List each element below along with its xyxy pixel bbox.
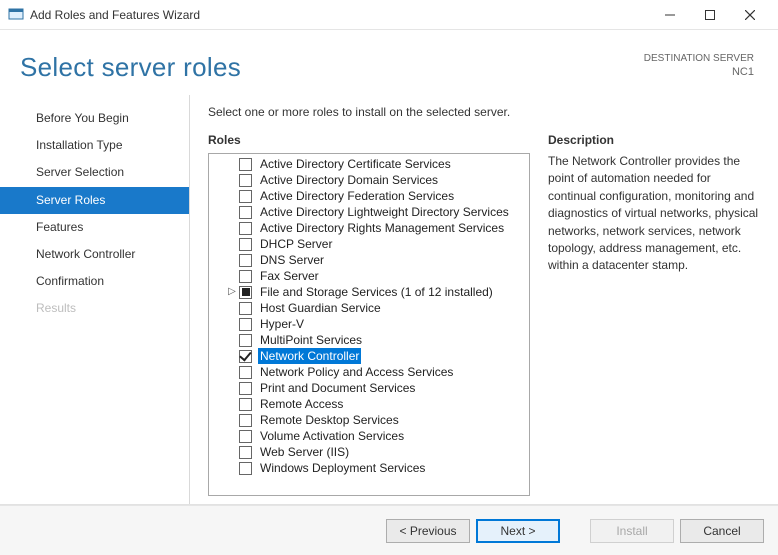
role-label: Remote Access <box>258 396 345 412</box>
roles-label: Roles <box>208 133 530 147</box>
description-column: Description The Network Controller provi… <box>548 133 760 496</box>
description-label: Description <box>548 133 760 147</box>
role-label: MultiPoint Services <box>258 332 364 348</box>
role-label: Fax Server <box>258 268 321 284</box>
cancel-button[interactable]: Cancel <box>680 519 764 543</box>
role-checkbox[interactable] <box>239 414 252 427</box>
role-item[interactable]: ▷ File and Storage Services (1 of 12 inst… <box>225 284 529 300</box>
destination-server: DESTINATION SERVER NC1 <box>644 52 754 79</box>
destination-server-name: NC1 <box>644 65 754 79</box>
window-title: Add Roles and Features Wizard <box>30 8 650 22</box>
role-checkbox[interactable] <box>239 206 252 219</box>
role-item[interactable]: Web Server (IIS) <box>225 444 529 460</box>
role-item[interactable]: Fax Server <box>225 268 529 284</box>
role-checkbox[interactable] <box>239 318 252 331</box>
instruction-text: Select one or more roles to install on t… <box>208 105 760 119</box>
role-checkbox[interactable] <box>239 174 252 187</box>
role-item[interactable]: Network Controller <box>225 348 529 364</box>
role-checkbox[interactable] <box>239 462 252 475</box>
role-item[interactable]: MultiPoint Services <box>225 332 529 348</box>
sidebar-item-features[interactable]: Features <box>0 214 189 241</box>
role-label: Active Directory Domain Services <box>258 172 440 188</box>
role-item[interactable]: Active Directory Certificate Services <box>225 156 529 172</box>
role-checkbox[interactable] <box>239 430 252 443</box>
button-bar: < Previous Next > Install Cancel <box>0 505 778 555</box>
sidebar-item-server-selection[interactable]: Server Selection <box>0 159 189 186</box>
sidebar-item-installation-type[interactable]: Installation Type <box>0 132 189 159</box>
role-label: Active Directory Lightweight Directory S… <box>258 204 511 220</box>
app-icon <box>8 7 24 23</box>
role-checkbox[interactable] <box>239 190 252 203</box>
role-label: Active Directory Rights Management Servi… <box>258 220 506 236</box>
role-label: Web Server (IIS) <box>258 444 351 460</box>
role-checkbox[interactable] <box>239 302 252 315</box>
role-item[interactable]: Remote Desktop Services <box>225 412 529 428</box>
role-checkbox[interactable] <box>239 238 252 251</box>
role-label: Print and Document Services <box>258 380 417 396</box>
role-item[interactable]: Host Guardian Service <box>225 300 529 316</box>
role-item[interactable]: DHCP Server <box>225 236 529 252</box>
minimize-button[interactable] <box>650 1 690 29</box>
role-label: Windows Deployment Services <box>258 460 427 476</box>
role-checkbox[interactable] <box>239 382 252 395</box>
role-item[interactable]: Network Policy and Access Services <box>225 364 529 380</box>
next-button[interactable]: Next > <box>476 519 560 543</box>
role-checkbox[interactable] <box>239 158 252 171</box>
role-label: Active Directory Certificate Services <box>258 156 453 172</box>
role-checkbox[interactable] <box>239 286 252 299</box>
role-checkbox[interactable] <box>239 366 252 379</box>
roles-listbox[interactable]: Active Directory Certificate ServicesAct… <box>208 153 530 496</box>
role-checkbox[interactable] <box>239 254 252 267</box>
role-checkbox[interactable] <box>239 398 252 411</box>
role-label: Host Guardian Service <box>258 300 383 316</box>
role-item[interactable]: Windows Deployment Services <box>225 460 529 476</box>
role-item[interactable]: Active Directory Domain Services <box>225 172 529 188</box>
sidebar-item-server-roles[interactable]: Server Roles <box>0 187 189 214</box>
roles-column: Roles Active Directory Certificate Servi… <box>208 133 530 496</box>
expand-icon[interactable]: ▷ <box>227 284 237 300</box>
role-checkbox[interactable] <box>239 270 252 283</box>
install-button[interactable]: Install <box>590 519 674 543</box>
role-label: Network Policy and Access Services <box>258 364 455 380</box>
sidebar-item-results: Results <box>0 295 189 322</box>
sidebar: Before You BeginInstallation TypeServer … <box>0 95 190 504</box>
role-item[interactable]: DNS Server <box>225 252 529 268</box>
role-label: DHCP Server <box>258 236 334 252</box>
role-label: DNS Server <box>258 252 326 268</box>
sidebar-item-before-you-begin[interactable]: Before You Begin <box>0 105 189 132</box>
role-item[interactable]: Hyper-V <box>225 316 529 332</box>
sidebar-item-confirmation[interactable]: Confirmation <box>0 268 189 295</box>
role-label: Active Directory Federation Services <box>258 188 456 204</box>
role-label: Remote Desktop Services <box>258 412 401 428</box>
role-item[interactable]: Volume Activation Services <box>225 428 529 444</box>
titlebar: Add Roles and Features Wizard <box>0 0 778 30</box>
body: Before You BeginInstallation TypeServer … <box>0 95 778 505</box>
role-checkbox[interactable] <box>239 222 252 235</box>
description-text: The Network Controller provides the poin… <box>548 153 760 275</box>
role-label: Network Controller <box>258 348 361 364</box>
role-item[interactable]: Active Directory Rights Management Servi… <box>225 220 529 236</box>
maximize-button[interactable] <box>690 1 730 29</box>
role-label: Volume Activation Services <box>258 428 406 444</box>
window-controls <box>650 1 770 29</box>
role-checkbox[interactable] <box>239 446 252 459</box>
role-label: File and Storage Services (1 of 12 insta… <box>258 284 495 300</box>
destination-server-label: DESTINATION SERVER <box>644 52 754 65</box>
sidebar-item-network-controller[interactable]: Network Controller <box>0 241 189 268</box>
role-item[interactable]: Active Directory Lightweight Directory S… <box>225 204 529 220</box>
previous-button[interactable]: < Previous <box>386 519 470 543</box>
page-title: Select server roles <box>20 52 644 83</box>
header: Select server roles DESTINATION SERVER N… <box>0 30 778 95</box>
role-item[interactable]: Print and Document Services <box>225 380 529 396</box>
content-area: Select one or more roles to install on t… <box>190 95 778 504</box>
role-checkbox[interactable] <box>239 350 252 363</box>
role-label: Hyper-V <box>258 316 306 332</box>
role-checkbox[interactable] <box>239 334 252 347</box>
close-button[interactable] <box>730 1 770 29</box>
role-item[interactable]: Remote Access <box>225 396 529 412</box>
role-item[interactable]: Active Directory Federation Services <box>225 188 529 204</box>
